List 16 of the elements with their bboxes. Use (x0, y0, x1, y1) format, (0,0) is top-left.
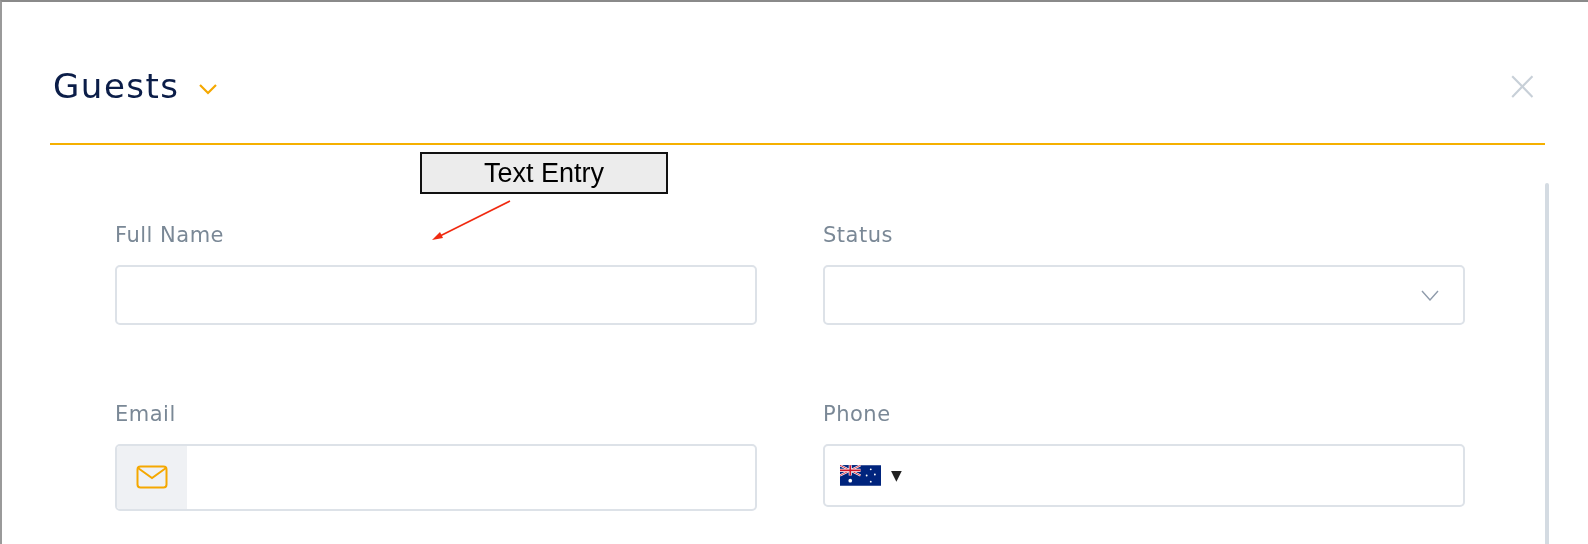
field-label: Full Name (115, 223, 225, 249)
annotation-label: Text Entry (420, 152, 668, 194)
modal-title: Guests (53, 66, 180, 106)
field-label: Phone (823, 401, 891, 428)
chevron-down-icon (1421, 289, 1439, 301)
input-field[interactable] (115, 265, 757, 325)
flag-icon (840, 464, 881, 486)
envelope-icon (136, 465, 168, 489)
email-field[interactable] (115, 443, 757, 511)
field-label: Email (115, 401, 176, 428)
country-caret[interactable]: ▼ (891, 467, 902, 483)
phone-field[interactable]: ▼ (823, 443, 1465, 507)
chevron-down-icon[interactable] (197, 83, 218, 95)
select-field[interactable] (823, 265, 1465, 325)
scrollbar[interactable] (1545, 183, 1549, 544)
field-label: Status (823, 223, 893, 249)
